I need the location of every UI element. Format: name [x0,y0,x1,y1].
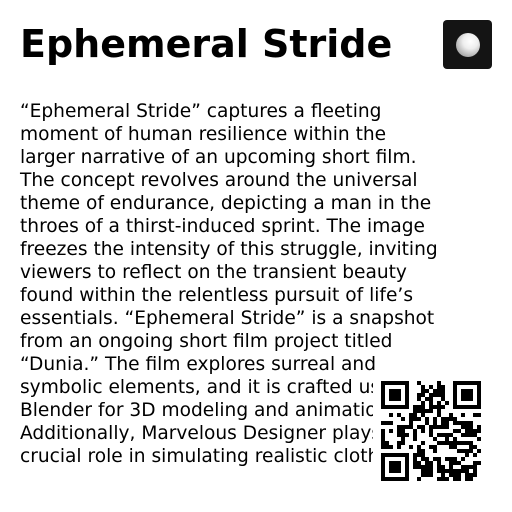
qr-code-icon [381,381,481,481]
qr-modules [381,381,481,481]
qr-code [373,373,489,512]
white-sphere-icon [443,20,492,69]
page-title: Ephemeral Stride [20,22,393,66]
